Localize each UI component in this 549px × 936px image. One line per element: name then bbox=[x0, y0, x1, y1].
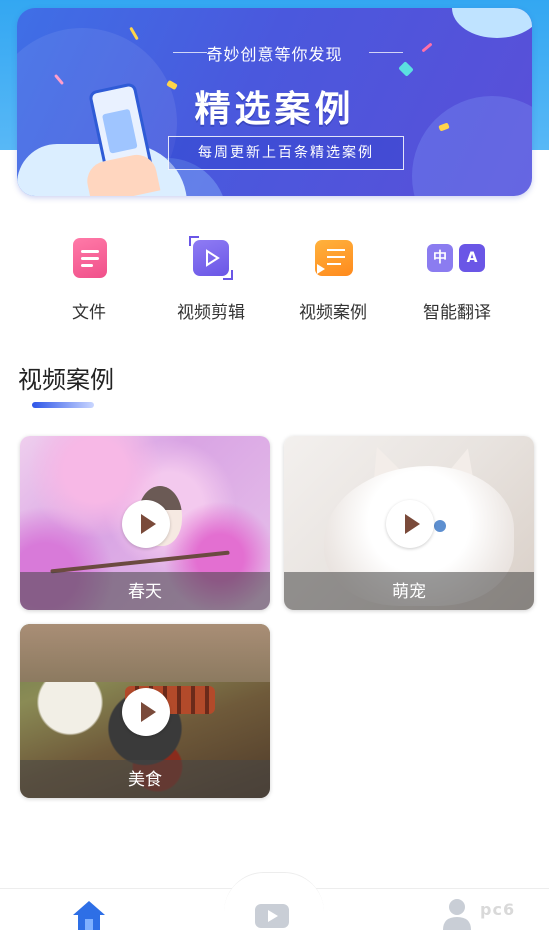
home-icon[interactable] bbox=[70, 898, 108, 932]
video-card-pet[interactable]: 萌宠 bbox=[284, 436, 534, 610]
video-edit-icon bbox=[189, 236, 233, 280]
category-video-edit[interactable]: 视频剪辑 bbox=[156, 236, 266, 323]
category-video-case[interactable]: 视频案例 bbox=[278, 236, 388, 323]
play-icon[interactable] bbox=[122, 500, 170, 548]
category-label: 视频案例 bbox=[299, 303, 367, 323]
category-shortcuts: 文件 视频剪辑 视频案例 中 A 智能翻译 bbox=[0, 236, 549, 326]
watermark-logo: pc6 bbox=[480, 900, 516, 919]
category-label: 视频剪辑 bbox=[177, 303, 245, 323]
video-caption: 萌宠 bbox=[284, 572, 534, 610]
confetti-decoration bbox=[129, 26, 139, 41]
video-card-spring[interactable]: 春天 bbox=[20, 436, 270, 610]
category-translate[interactable]: 中 A 智能翻译 bbox=[402, 236, 512, 323]
banner-decoration bbox=[452, 8, 532, 38]
banner-subtitle-button[interactable]: 每周更新上百条精选案例 bbox=[168, 136, 404, 170]
video-icon[interactable] bbox=[252, 898, 292, 932]
file-icon bbox=[67, 236, 111, 280]
featured-cases-banner[interactable]: 奇妙创意等你发现 精选案例 每周更新上百条精选案例 bbox=[17, 8, 532, 196]
banner-slogan: 奇妙创意等你发现 bbox=[206, 45, 343, 64]
category-label: 智能翻译 bbox=[423, 303, 491, 323]
section-underline bbox=[32, 402, 94, 408]
section-title: 视频案例 bbox=[18, 366, 114, 394]
user-icon[interactable] bbox=[440, 896, 474, 932]
category-label: 文件 bbox=[72, 303, 106, 323]
banner-title: 精选案例 bbox=[194, 89, 355, 130]
translate-icon: 中 A bbox=[425, 236, 489, 280]
video-card-food[interactable]: 美食 bbox=[20, 624, 270, 798]
video-case-icon bbox=[311, 236, 355, 280]
play-icon[interactable] bbox=[122, 688, 170, 736]
video-caption: 春天 bbox=[20, 572, 270, 610]
category-file[interactable]: 文件 bbox=[34, 236, 144, 323]
play-icon[interactable] bbox=[386, 500, 434, 548]
video-caption: 美食 bbox=[20, 760, 270, 798]
